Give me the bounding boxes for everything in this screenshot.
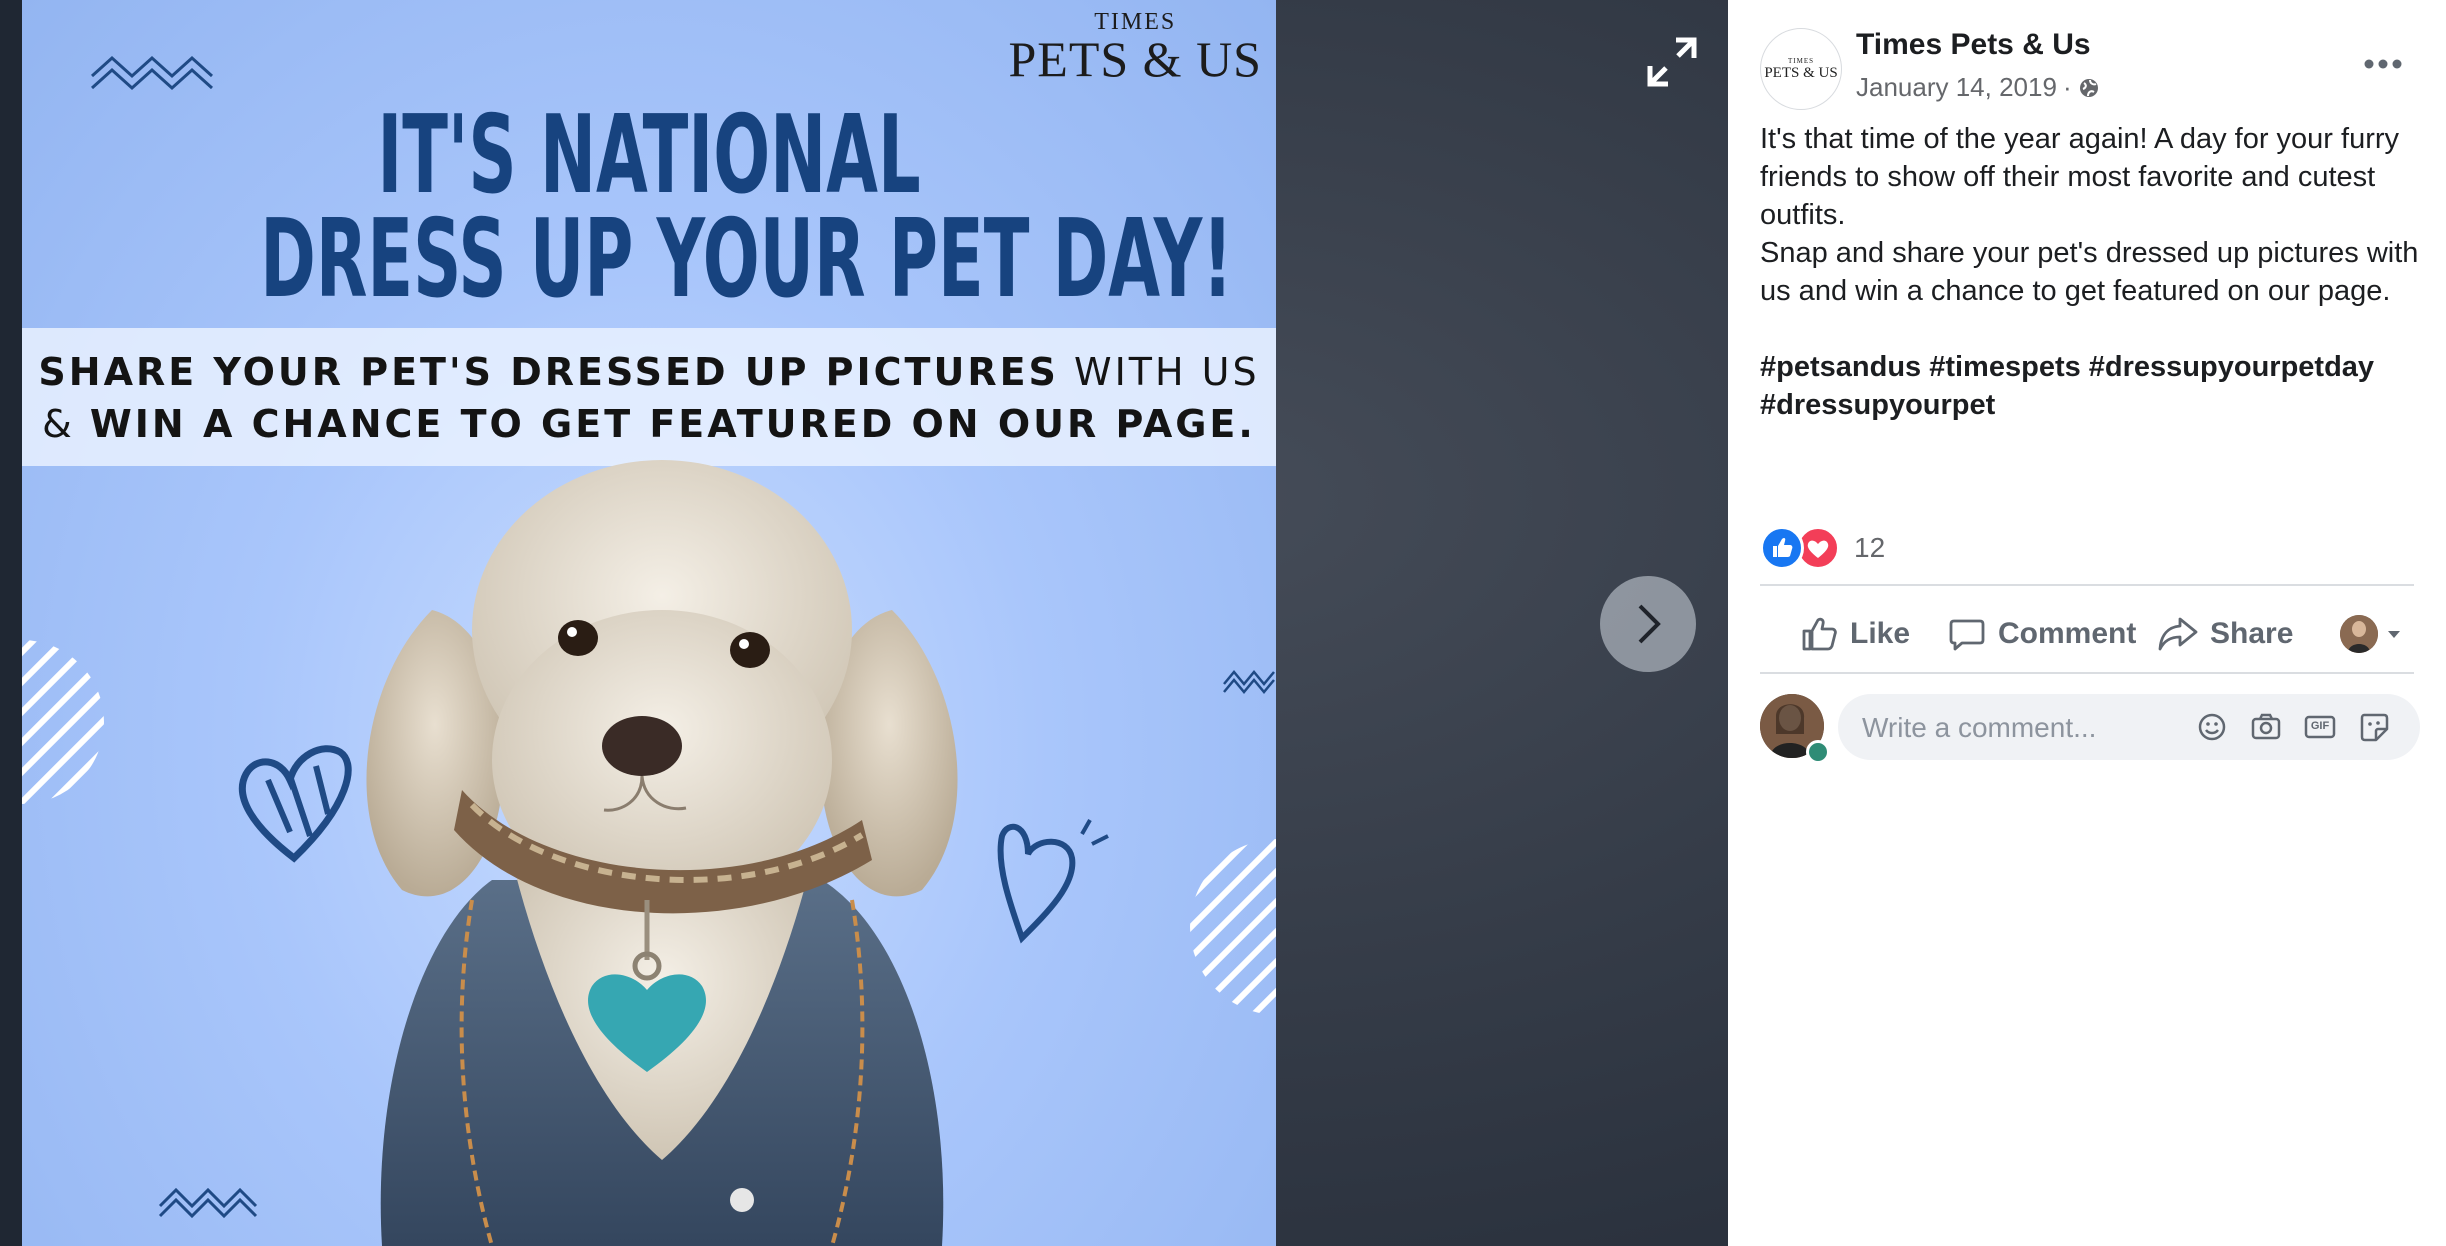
- brand-logo-big: PETS & US: [1008, 31, 1262, 87]
- zigzag-decoration-icon: [1223, 670, 1275, 694]
- globe-icon: [2079, 78, 2098, 97]
- headline-line-2: DRESS UP YOUR PET DAY!: [260, 197, 1233, 322]
- zigzag-decoration-icon: [158, 1187, 258, 1219]
- expand-icon[interactable]: [1642, 32, 1702, 92]
- stripes-decoration-icon: [22, 640, 104, 804]
- page-name-link[interactable]: Times Pets & Us: [1856, 28, 2091, 62]
- page-avatar-small-text: TIMES: [1788, 57, 1814, 65]
- reaction-count[interactable]: 12: [1854, 532, 1885, 564]
- post-paragraph: It's that time of the year again! A day …: [1760, 123, 2400, 231]
- like-label: Like: [1850, 617, 1911, 650]
- like-reaction-icon: [1760, 526, 1804, 570]
- band-line-2-bold: WIN A CHANCE: [89, 402, 445, 446]
- avatar: [2340, 615, 2378, 653]
- heart-doodle-icon: [997, 819, 1109, 944]
- post-text: It's that time of the year again! A day …: [1760, 120, 2420, 424]
- caret-down-icon: [2388, 631, 2400, 638]
- band-line-2-pre: &: [42, 402, 90, 446]
- camera-icon[interactable]: [2250, 711, 2282, 743]
- post-paragraph: Snap and share your pet's dressed up pic…: [1760, 237, 2419, 307]
- viewer-edge: [0, 0, 22, 1246]
- page-avatar-big-text: PETS & US: [1764, 65, 1838, 81]
- comment-input[interactable]: [1860, 704, 2184, 752]
- ellipsis-icon[interactable]: [2360, 52, 2406, 76]
- emoji-icon[interactable]: [2196, 711, 2228, 743]
- band-line-1-bold: SHARE YOUR PET'S DRESSED UP PICTURES: [38, 350, 1059, 394]
- band-line-2: & WIN A CHANCE TO GET FEATURED ON OUR PA…: [22, 402, 1276, 446]
- comment-composer: GIF: [1760, 692, 2420, 764]
- next-photo-button[interactable]: [1600, 576, 1696, 672]
- post-photo[interactable]: TIMES PETS & US IT'S NATIONAL DRESS UP Y…: [22, 0, 1276, 1246]
- stripes-decoration-icon: [1190, 839, 1276, 1015]
- sticker-icon[interactable]: [2358, 711, 2390, 743]
- band-line-2-rest: TO GET FEATURED ON OUR PAGE.: [444, 402, 1256, 446]
- brand-logo: TIMES PETS & US: [1008, 10, 1262, 84]
- comment-bubble-icon: [1949, 619, 1985, 651]
- comment-label: Comment: [1998, 617, 2137, 650]
- post-as-selector[interactable]: [2340, 615, 2404, 653]
- share-button[interactable]: Share: [2158, 615, 2293, 653]
- online-status-indicator: [1806, 740, 1830, 764]
- gif-label: GIF: [2310, 720, 2330, 732]
- share-label: Share: [2210, 617, 2294, 650]
- band-line-1-rest: WITH US: [1058, 350, 1260, 394]
- band-line-1: SHARE YOUR PET'S DRESSED UP PICTURES WIT…: [22, 350, 1276, 394]
- comment-box: GIF: [1838, 694, 2420, 760]
- page-avatar[interactable]: TIMES PETS & US: [1760, 28, 1842, 110]
- share-arrow-icon: [2158, 617, 2198, 651]
- post-timestamp[interactable]: January 14, 2019 ·: [1856, 72, 2100, 103]
- date-separator: ·: [2062, 72, 2072, 102]
- post-date-text: January 14, 2019: [1856, 72, 2057, 102]
- reactions-summary[interactable]: 12: [1760, 526, 1885, 570]
- like-button[interactable]: Like: [1800, 615, 1910, 653]
- poodle-image: [366, 460, 958, 1246]
- post-actions-bar: Like Comment Share: [1760, 594, 2414, 674]
- post-hashtags[interactable]: #petsandus #timespets #dressupyourpetday…: [1760, 348, 2420, 424]
- chevron-right-icon: [1638, 604, 1661, 644]
- comment-button[interactable]: Comment: [1948, 615, 2136, 653]
- post-panel: TIMES PETS & US Times Pets & Us January …: [1728, 0, 2446, 1246]
- gif-icon[interactable]: GIF: [2304, 711, 2336, 743]
- zigzag-decoration-icon: [90, 55, 214, 91]
- headline-line-1: IT'S NATIONAL: [377, 93, 921, 218]
- divider: [1760, 584, 2414, 586]
- photo-subtitle-band: SHARE YOUR PET'S DRESSED UP PICTURES WIT…: [22, 328, 1276, 466]
- thumbs-up-icon: [1802, 617, 1837, 651]
- divider: [1760, 672, 2414, 674]
- photo-headline: IT'S NATIONAL DRESS UP YOUR PET DAY!: [260, 93, 1233, 322]
- photo-viewer: TIMES PETS & US IT'S NATIONAL DRESS UP Y…: [0, 0, 1728, 1246]
